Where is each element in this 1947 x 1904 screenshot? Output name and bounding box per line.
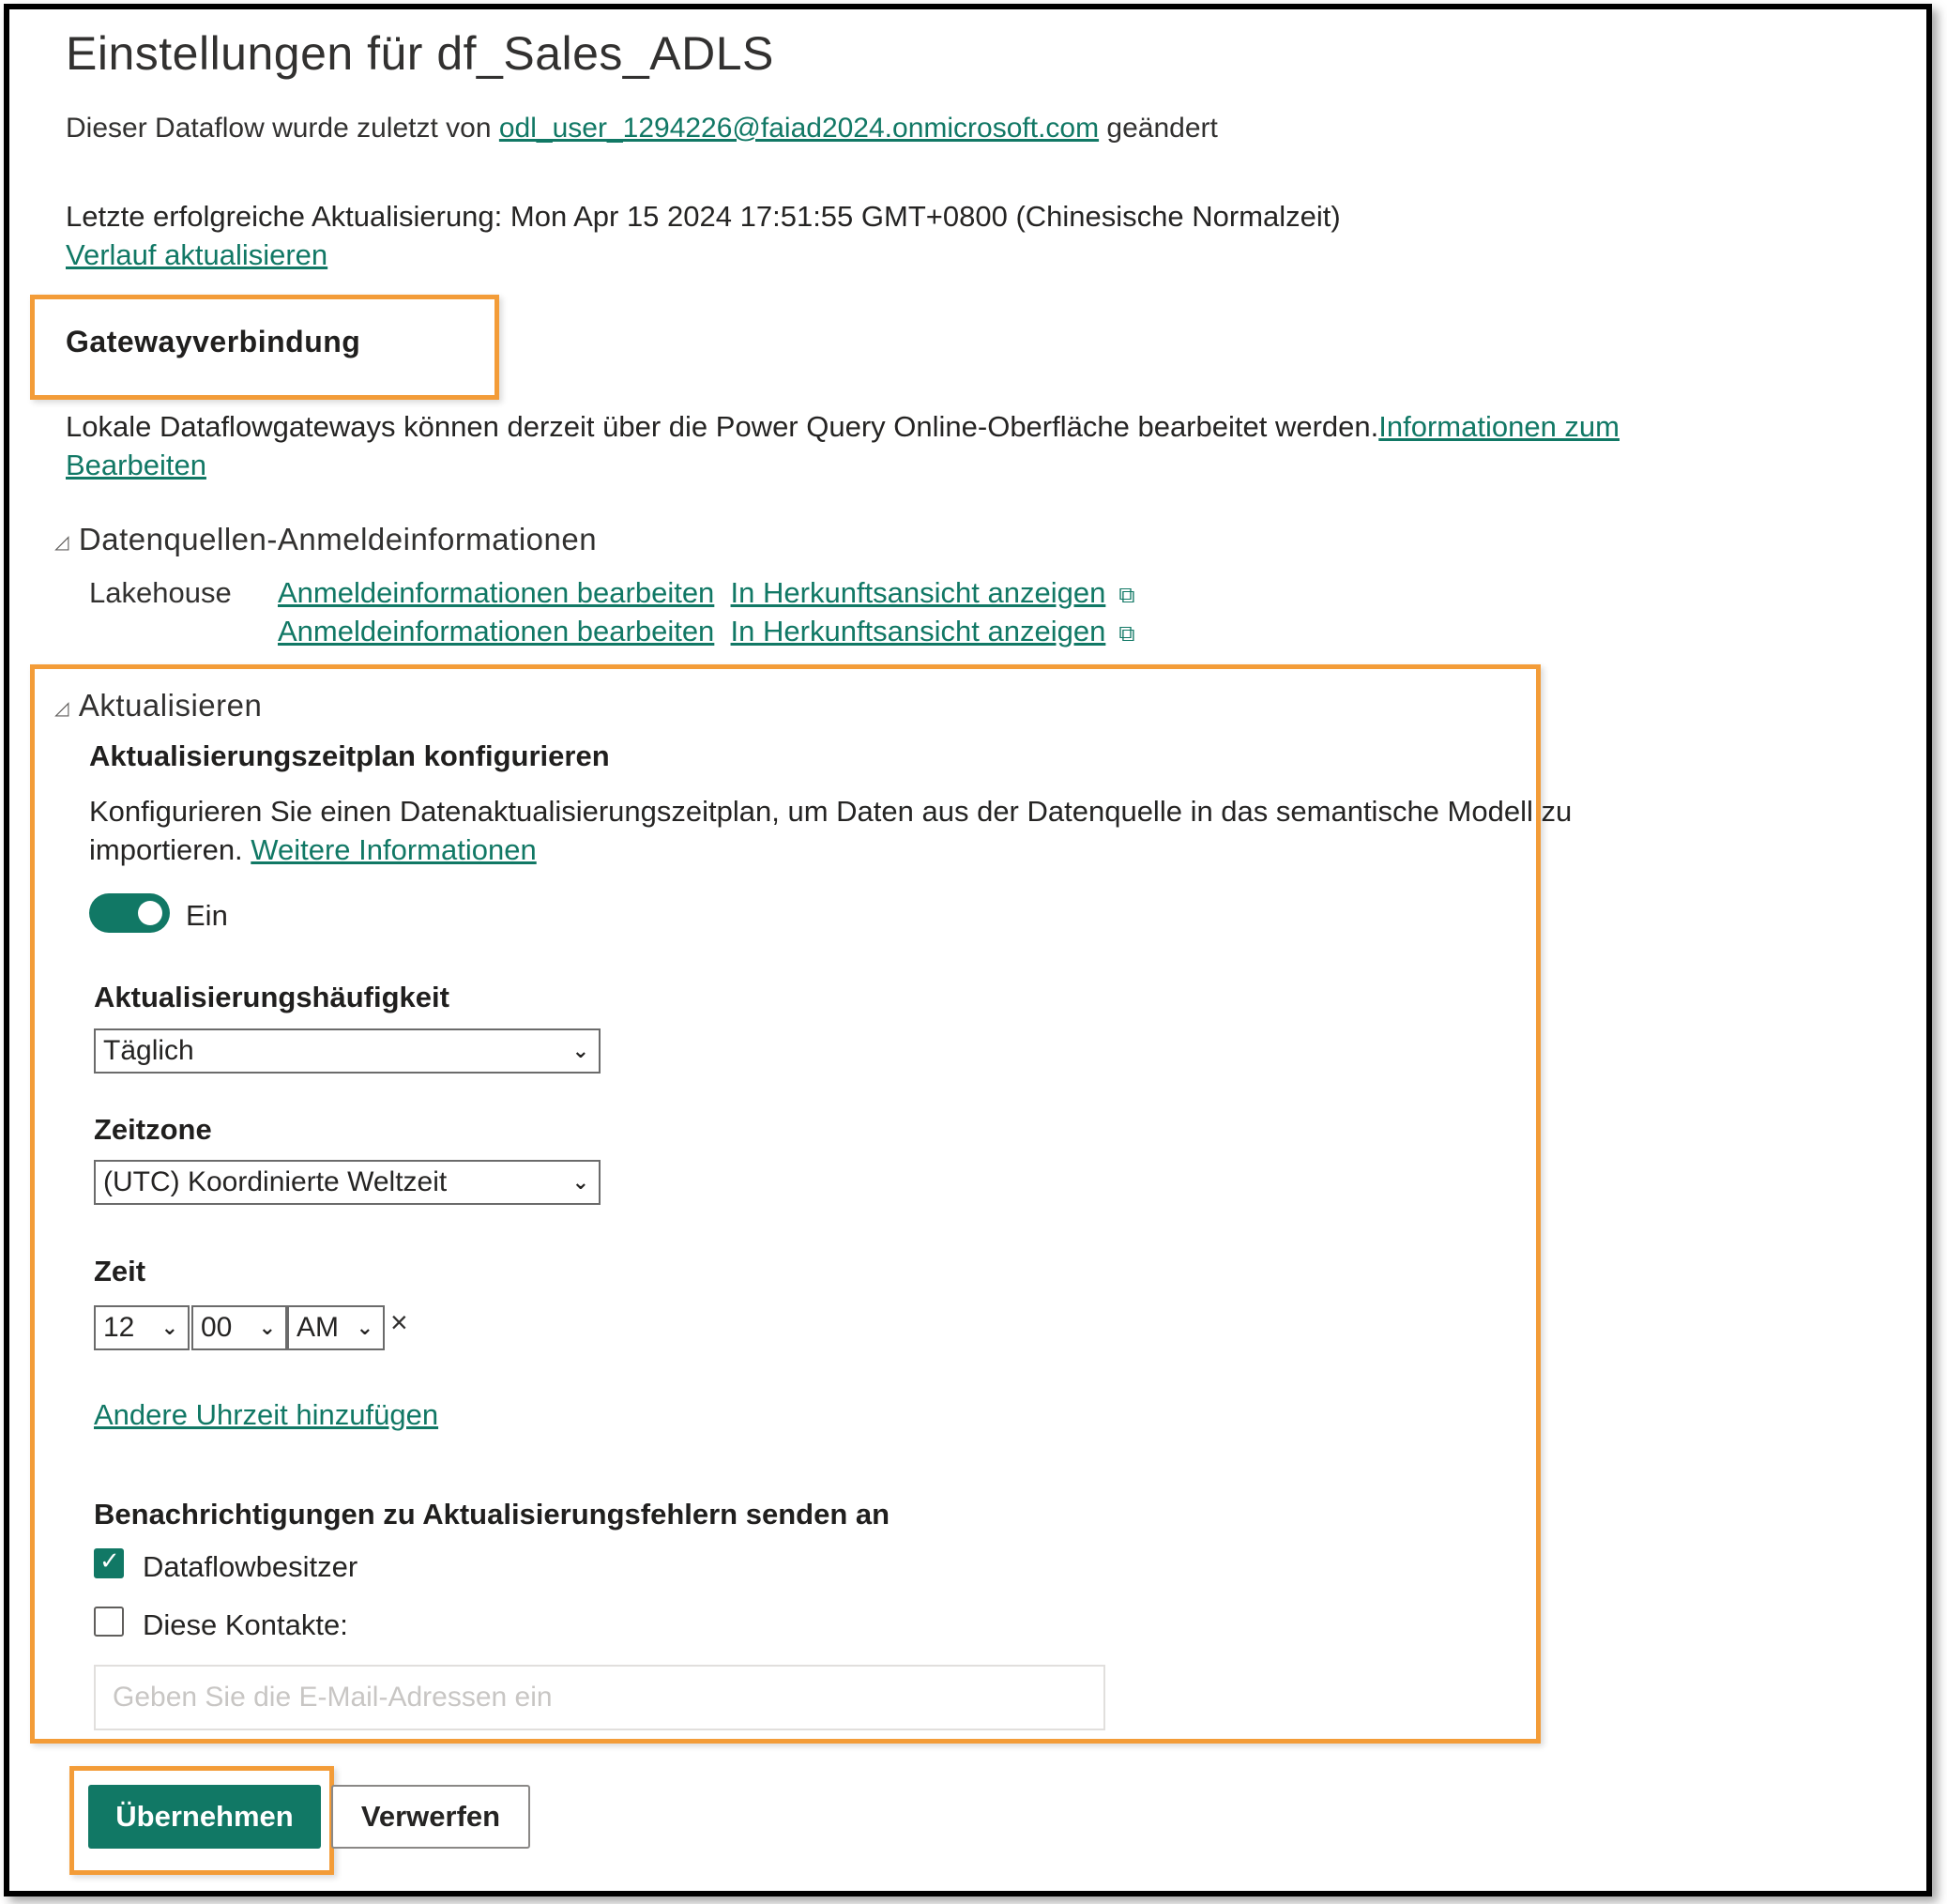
refresh-history-link[interactable]: Verlauf aktualisieren [66, 238, 327, 272]
hour-value: 12 [103, 1312, 135, 1343]
gateway-heading: Gatewayverbindung [66, 325, 361, 358]
datasource-row: Anmeldeinformationen bearbeiten In Herku… [278, 615, 1134, 648]
gateway-info-link-cont[interactable]: Bearbeiten [66, 449, 206, 482]
owner-checkbox-label: Dataflowbesitzer [143, 1550, 358, 1583]
collapse-triangle-icon: ◿ [54, 697, 69, 719]
apply-button[interactable]: Übernehmen [88, 1785, 321, 1849]
toggle-knob [138, 901, 162, 925]
minute-select[interactable]: 00 ⌄ [191, 1305, 287, 1350]
contacts-checkbox[interactable] [94, 1607, 124, 1637]
check-icon: ✓ [99, 1546, 120, 1575]
gateway-info-link[interactable]: Informationen zum [1378, 410, 1620, 443]
refresh-heading: Aktualisieren [78, 688, 263, 723]
lineage-view-link[interactable]: In Herkunftsansicht anzeigen [731, 576, 1106, 609]
schedule-toggle[interactable] [89, 893, 170, 933]
edit-credentials-link[interactable]: Anmeldeinformationen bearbeiten [278, 615, 714, 647]
schedule-heading: Aktualisierungszeitplan konfigurieren [89, 739, 610, 772]
modified-prefix: Dieser Dataflow wurde zuletzt von [66, 113, 499, 144]
last-modified-text: Dieser Dataflow wurde zuletzt von odl_us… [66, 113, 1218, 145]
ampm-select[interactable]: AM ⌄ [287, 1305, 385, 1350]
datasource-name: Lakehouse [89, 576, 232, 609]
timezone-select[interactable]: (UTC) Koordinierte Weltzeit ⌄ [94, 1160, 601, 1205]
schedule-description-cont: importieren. Weitere Informationen [89, 833, 537, 867]
timezone-value: (UTC) Koordinierte Weltzeit [103, 1166, 448, 1197]
datasource-section-toggle[interactable]: ◿ Datenquellen-Anmeldeinformationen [54, 522, 597, 557]
chevron-down-icon: ⌄ [258, 1316, 276, 1339]
add-time-link[interactable]: Andere Uhrzeit hinzufügen [94, 1398, 438, 1432]
remove-time-icon[interactable]: × [390, 1305, 408, 1340]
notification-label: Benachrichtigungen zu Aktualisierungsfeh… [94, 1498, 890, 1531]
more-info-link[interactable]: Weitere Informationen [251, 833, 536, 866]
last-refresh-text: Letzte erfolgreiche Aktualisierung: Mon … [66, 200, 1341, 233]
gateway-info-text: Lokale Dataflowgateways können derzeit ü… [66, 410, 1620, 444]
collapse-triangle-icon: ◿ [54, 531, 69, 553]
lineage-view-link[interactable]: In Herkunftsansicht anzeigen [731, 615, 1106, 647]
toggle-label: Ein [186, 899, 228, 932]
contacts-checkbox-label: Diese Kontakte: [143, 1608, 348, 1641]
timezone-label: Zeitzone [94, 1113, 212, 1146]
time-label: Zeit [94, 1255, 146, 1287]
external-link-icon[interactable]: ⧉ [1118, 583, 1134, 609]
modified-suffix: geändert [1099, 113, 1218, 144]
chevron-down-icon: ⌄ [356, 1316, 373, 1339]
minute-value: 00 [201, 1312, 233, 1343]
frequency-value: Täglich [103, 1035, 194, 1066]
modified-user-link[interactable]: odl_user_1294226@faiad2024.onmicrosoft.c… [499, 113, 1099, 144]
chevron-down-icon: ⌄ [571, 1170, 589, 1194]
edit-credentials-link[interactable]: Anmeldeinformationen bearbeiten [278, 576, 714, 609]
owner-checkbox[interactable]: ✓ [94, 1546, 124, 1578]
frequency-select[interactable]: Täglich ⌄ [94, 1028, 601, 1074]
chevron-down-icon: ⌄ [571, 1039, 589, 1062]
frequency-label: Aktualisierungshäufigkeit [94, 981, 449, 1013]
email-input[interactable]: Geben Sie die E-Mail-Adressen ein [94, 1665, 1105, 1730]
datasource-row: Anmeldeinformationen bearbeiten In Herku… [278, 576, 1134, 610]
page-title: Einstellungen für df_Sales_ADLS [66, 27, 774, 80]
schedule-description: Konfigurieren Sie einen Datenaktualisier… [89, 795, 1573, 828]
gateway-info-message: Lokale Dataflowgateways können derzeit ü… [66, 410, 1379, 443]
datasource-heading: Datenquellen-Anmeldeinformationen [78, 522, 598, 556]
discard-button[interactable]: Verwerfen [331, 1785, 530, 1849]
schedule-description-end: importieren. [89, 833, 251, 866]
chevron-down-icon: ⌄ [160, 1316, 178, 1339]
hour-select[interactable]: 12 ⌄ [94, 1305, 190, 1350]
external-link-icon[interactable]: ⧉ [1118, 621, 1134, 647]
ampm-value: AM [297, 1312, 339, 1343]
refresh-section-toggle[interactable]: ◿ Aktualisieren [54, 688, 262, 724]
